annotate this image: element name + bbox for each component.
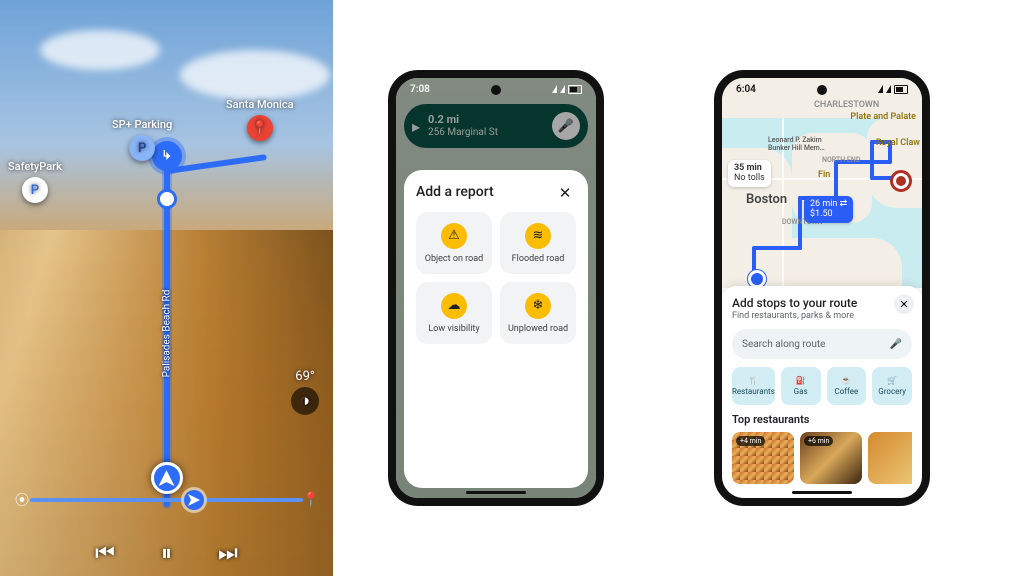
playback-controls: ⏮ ⏸ ⏭: [0, 541, 333, 566]
flood-icon: ≋: [525, 223, 551, 249]
alt-route-time: 26 min: [810, 199, 837, 209]
phone-add-report: 7:08 ▸ 0.2 mi 256 Marginal St 🎤 Add a re…: [388, 70, 604, 506]
temperature-value: 69°: [295, 369, 314, 384]
route-timeline[interactable]: ⦿ 📍: [14, 488, 319, 512]
map-label-royal-claw[interactable]: Royal Claw: [876, 138, 920, 148]
report-sheet: Add a report ✕ ⚠ Object on road ≋ Floode…: [404, 170, 588, 488]
coffee-icon: ☕: [841, 376, 851, 385]
pin-santa-monica[interactable]: Santa Monica 📍: [226, 98, 294, 141]
alt-route-cost: $1.50: [810, 209, 833, 219]
sheet-title: Add stops to your route: [732, 296, 912, 310]
parking-icon: P: [22, 177, 48, 203]
home-indicator: [792, 491, 852, 494]
pin-sp-parking[interactable]: SP+ Parking P: [112, 118, 172, 161]
sheet-subtitle: Find restaurants, parks & more: [732, 311, 912, 321]
timeline-bar[interactable]: [30, 498, 303, 502]
map-label-plate-palate[interactable]: Plate and Palate: [850, 112, 916, 122]
map[interactable]: CHARLESTOWN Plate and Palate Leonard P. …: [722, 78, 922, 288]
snow-icon: ❄: [525, 293, 551, 319]
route-node: [157, 189, 177, 209]
map-label-charlestown: CHARLESTOWN: [814, 100, 879, 110]
hazard-icon: ⚠: [441, 223, 467, 249]
add-stops-sheet: ✕ Add stops to your route Find restauran…: [722, 286, 922, 498]
category-label: Coffee: [835, 387, 859, 396]
route-time-chip[interactable]: 35 min No tolls: [728, 160, 771, 187]
fog-icon: ☁: [441, 293, 467, 319]
home-indicator: [466, 491, 526, 494]
location-pin-icon: 📍: [247, 115, 273, 141]
parking-icon: P: [129, 135, 155, 161]
grocery-icon: 🛒: [887, 376, 897, 385]
report-label: Unplowed road: [508, 324, 568, 334]
restaurant-card[interactable]: +4 min: [732, 432, 794, 484]
timeline-handle[interactable]: [184, 490, 204, 510]
street-label: Palisades Beach Rd: [161, 290, 172, 378]
restaurant-card[interactable]: [868, 432, 912, 484]
camera-punch-hole: [491, 85, 501, 95]
weather-widget[interactable]: 69° ◑: [291, 369, 319, 415]
destination-marker[interactable]: [890, 170, 912, 192]
restaurant-icon: 🍴: [748, 376, 758, 385]
pin-label: SafetyPark: [8, 160, 62, 173]
status-icons: [878, 85, 908, 94]
search-placeholder: Search along route: [742, 339, 825, 350]
report-object-on-road[interactable]: ⚠ Object on road: [416, 212, 492, 274]
report-label: Low visibility: [428, 324, 479, 334]
category-coffee[interactable]: ☕ Coffee: [827, 367, 867, 405]
timeline-start-icon: ⦿: [14, 492, 30, 508]
status-time: 6:04: [736, 84, 756, 95]
immersive-nav-panel: Santa Monica 📍 SP+ Parking P SafetyPark …: [0, 0, 333, 576]
next-button[interactable]: ⏭: [218, 541, 238, 566]
phone-add-stops: 6:04 CHARLESTOWN Plate and Palate Leo: [714, 70, 930, 506]
category-label: Gas: [794, 387, 808, 396]
alt-route-chip[interactable]: 26 min ⇄ $1.50: [804, 196, 853, 223]
report-flooded-road[interactable]: ≋ Flooded road: [500, 212, 576, 274]
pin-safety-park[interactable]: SafetyPark P: [8, 160, 62, 203]
report-low-visibility[interactable]: ☁ Low visibility: [416, 282, 492, 344]
report-unplowed-road[interactable]: ❄ Unplowed road: [500, 282, 576, 344]
time-of-day-icon: ◑: [291, 387, 319, 415]
pause-button[interactable]: ⏸: [161, 541, 172, 566]
map-label-fin[interactable]: Fin: [818, 170, 830, 180]
map-label-boston: Boston: [746, 192, 787, 207]
search-along-route[interactable]: Search along route 🎤: [732, 329, 912, 359]
category-label: Restaurants: [732, 387, 775, 396]
route-time: 35 min: [734, 163, 762, 173]
map-label-bunker-hill[interactable]: Leonard P. Zakim Bunker Hill Mem…: [768, 136, 825, 152]
pin-label: SP+ Parking: [112, 118, 172, 131]
restaurant-card[interactable]: +6 min: [800, 432, 862, 484]
close-button[interactable]: ✕: [894, 294, 914, 314]
category-grocery[interactable]: 🛒 Grocery: [872, 367, 912, 405]
report-label: Flooded road: [512, 254, 565, 264]
status-icons: [552, 85, 582, 94]
category-restaurants[interactable]: 🍴 Restaurants: [732, 367, 775, 405]
section-title: Top restaurants: [732, 413, 912, 426]
close-button[interactable]: ✕: [552, 180, 578, 206]
category-label: Grocery: [878, 387, 906, 396]
camera-punch-hole: [817, 85, 827, 95]
route-tolls: No tolls: [734, 173, 765, 183]
status-time: 7:08: [410, 84, 430, 95]
prev-button[interactable]: ⏮: [95, 541, 115, 566]
mic-icon[interactable]: 🎤: [890, 339, 902, 350]
cloud: [40, 30, 160, 70]
timeline-end-icon: 📍: [303, 492, 319, 508]
restaurant-carousel[interactable]: +4 min +6 min: [732, 432, 912, 484]
detour-badge: +6 min: [804, 436, 833, 446]
cloud: [180, 50, 330, 100]
detour-badge: +4 min: [736, 436, 765, 446]
gas-icon: ⛽: [796, 376, 806, 385]
category-gas[interactable]: ⛽ Gas: [781, 367, 821, 405]
map-label-north-end: NORTH END: [822, 156, 860, 164]
report-label: Object on road: [425, 254, 483, 264]
pin-label: Santa Monica: [226, 98, 294, 111]
